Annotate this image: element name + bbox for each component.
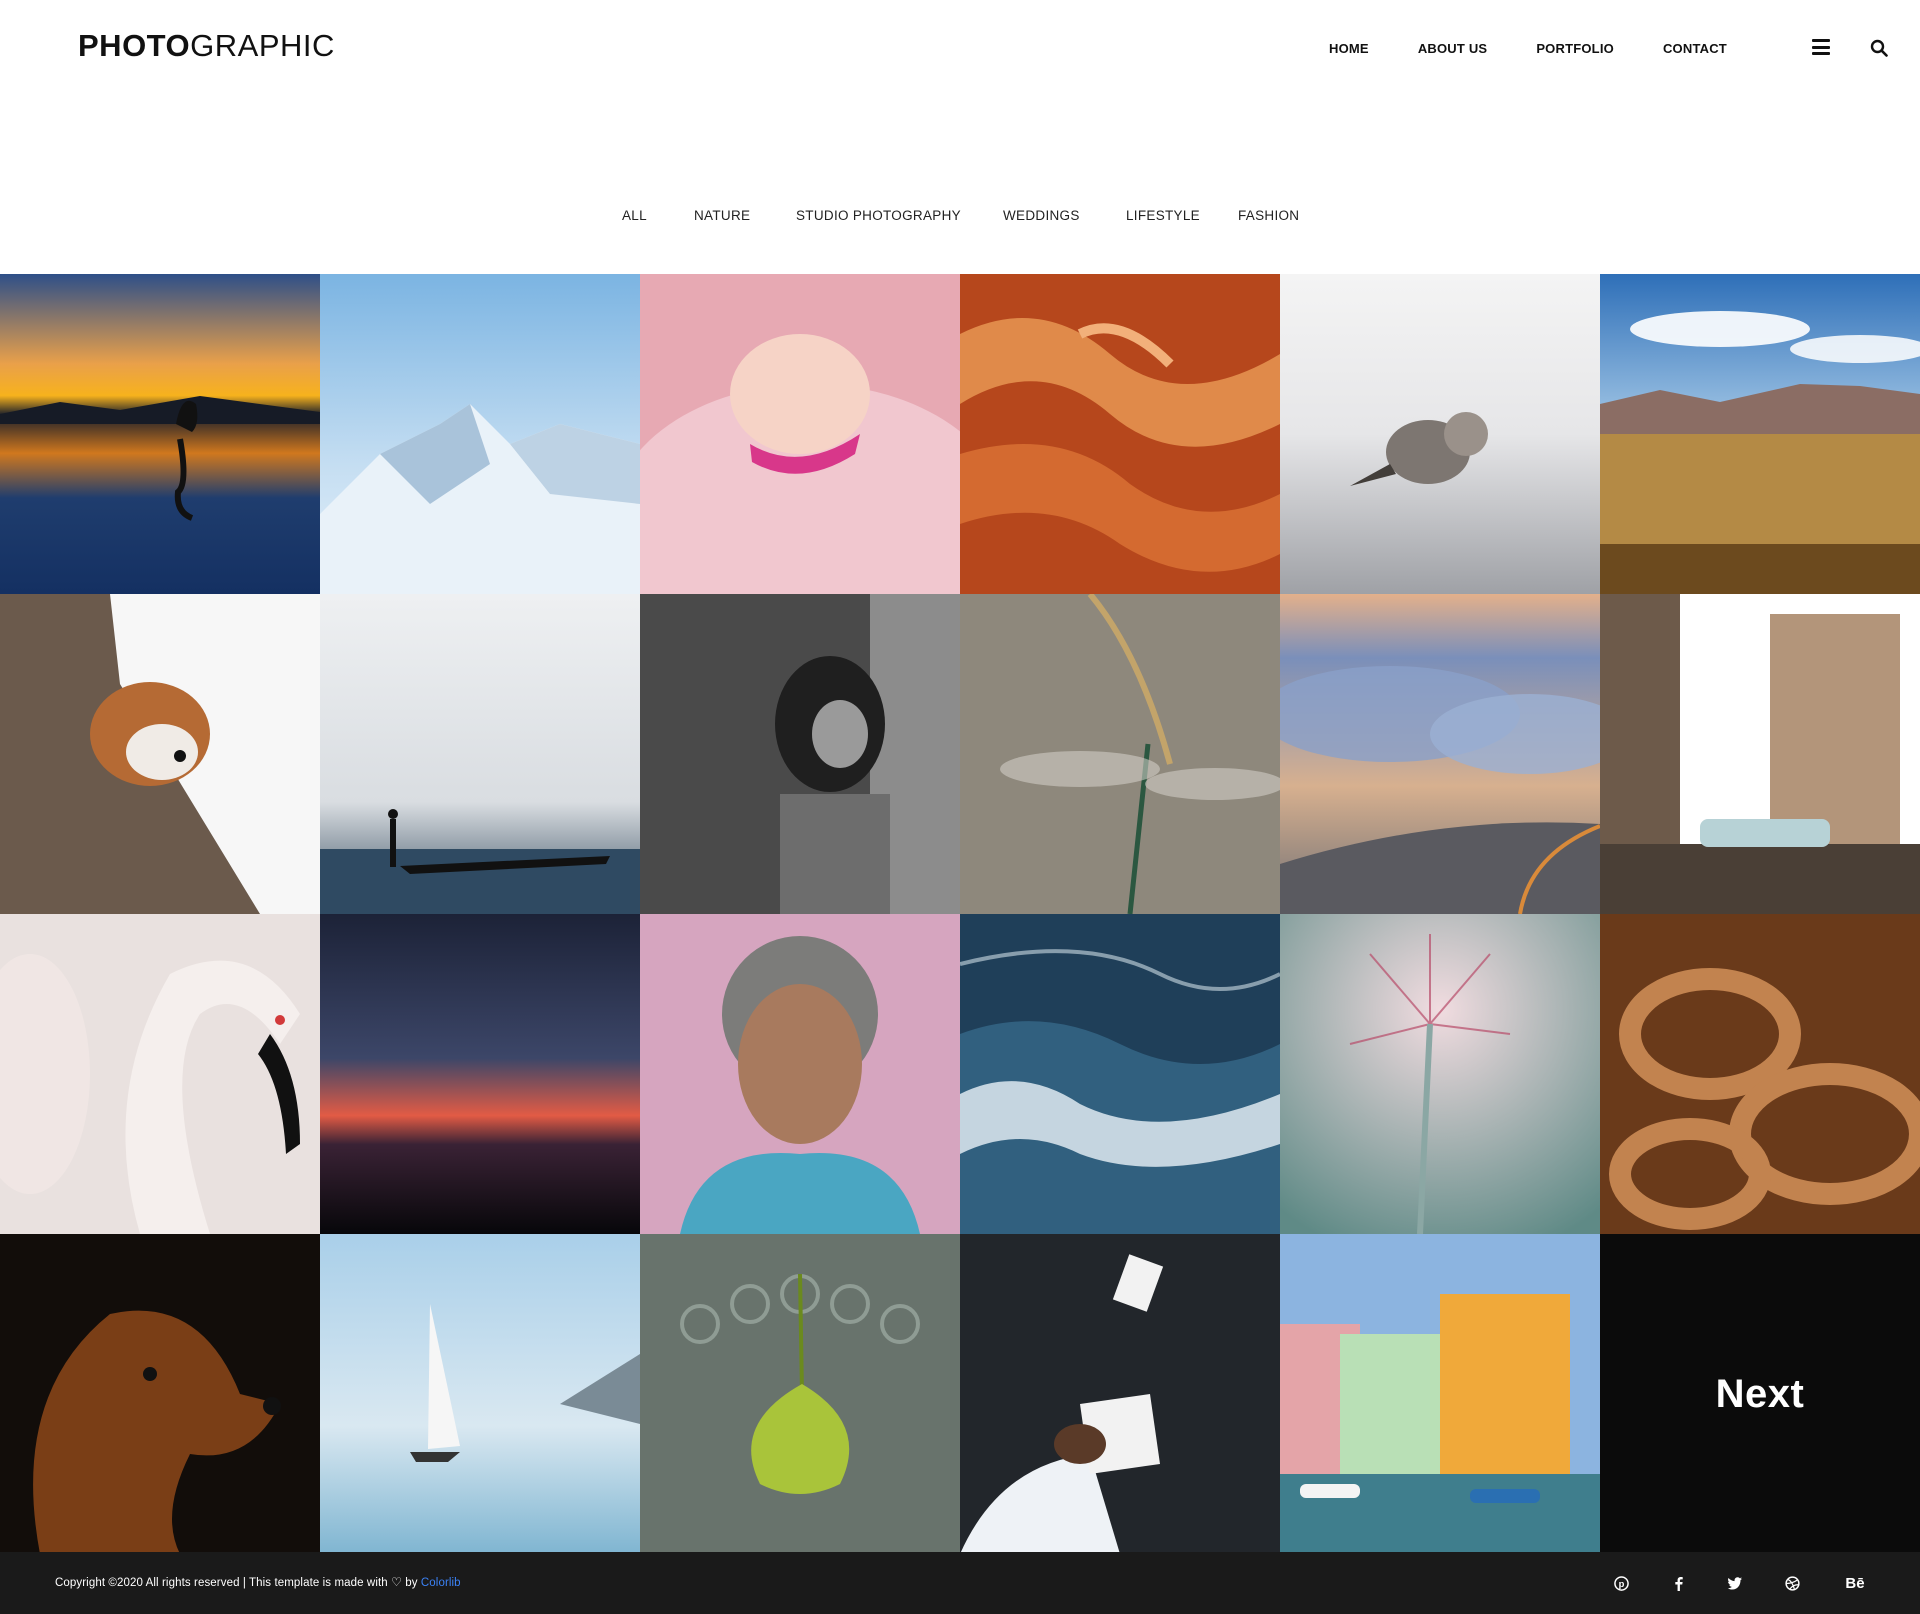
gallery-photo-snowy-mountains[interactable] bbox=[320, 274, 640, 594]
gallery-photo-fisherman-boat[interactable] bbox=[320, 594, 640, 914]
gallery-photo-dandelion-macro[interactable] bbox=[1280, 914, 1600, 1234]
next-page-button[interactable]: Next bbox=[1600, 1234, 1920, 1554]
filter-fashion[interactable]: FASHION bbox=[1238, 207, 1299, 225]
dribbble-icon[interactable] bbox=[1781, 1572, 1803, 1594]
gallery-photo-dog-portrait[interactable] bbox=[0, 1234, 320, 1554]
gallery-photo-sunset-yoga[interactable] bbox=[0, 274, 320, 594]
pinterest-icon[interactable]: p bbox=[1610, 1572, 1632, 1594]
nav-contact[interactable]: CONTACT bbox=[1663, 40, 1727, 58]
nav-about-us[interactable]: ABOUT US bbox=[1418, 40, 1488, 58]
hamburger-menu-icon[interactable] bbox=[1812, 39, 1830, 55]
filter-weddings[interactable]: WEDDINGS bbox=[1003, 207, 1080, 225]
gallery-photo-desert-mountains[interactable] bbox=[1600, 274, 1920, 594]
site-header: PHOTOGRAPHIC HOME ABOUT US PORTFOLIO CON… bbox=[0, 0, 1920, 100]
gallery-photo-girl-portrait-bw[interactable] bbox=[640, 594, 960, 914]
next-label: Next bbox=[1715, 1371, 1805, 1416]
nav-portfolio[interactable]: PORTFOLIO bbox=[1536, 40, 1614, 58]
copyright-pre: Copyright ©2020 All rights reserved | Th… bbox=[55, 1577, 388, 1589]
gallery-photo-pink-flamingo-feathers[interactable] bbox=[640, 274, 960, 594]
gallery-photo-elderly-woman[interactable] bbox=[640, 914, 960, 1234]
filter-nature[interactable]: NATURE bbox=[694, 207, 750, 225]
gallery-photo-ginkgo-leaf-buddha[interactable] bbox=[640, 1234, 960, 1554]
portfolio-filters: ALL NATURE STUDIO PHOTOGRAPHY WEDDINGS L… bbox=[0, 207, 1920, 227]
gallery-photo-dragonfly[interactable] bbox=[960, 594, 1280, 914]
heart-icon: ♡ bbox=[391, 1575, 402, 1589]
logo-bold-text: PHOTO bbox=[78, 28, 191, 63]
twitter-icon[interactable] bbox=[1724, 1572, 1746, 1594]
photo-gallery: Next bbox=[0, 274, 1920, 1554]
gallery-photo-small-bird[interactable] bbox=[1280, 274, 1600, 594]
logo-light-text: GRAPHIC bbox=[190, 28, 335, 63]
site-footer: Copyright ©2020 All rights reserved | Th… bbox=[0, 1552, 1920, 1614]
gallery-photo-clouds-road[interactable] bbox=[1280, 594, 1600, 914]
copyright-text: Copyright ©2020 All rights reserved | Th… bbox=[55, 1575, 461, 1589]
gallery-photo-ocean-waves[interactable] bbox=[960, 914, 1280, 1234]
gallery-photo-sailboat[interactable] bbox=[320, 1234, 640, 1554]
gallery-photo-colorful-houses[interactable] bbox=[1280, 1234, 1600, 1554]
main-nav: HOME ABOUT US PORTFOLIO CONTACT bbox=[1329, 40, 1727, 58]
gallery-photo-vintage-street[interactable] bbox=[1600, 594, 1920, 914]
filter-lifestyle[interactable]: LIFESTYLE bbox=[1126, 207, 1200, 225]
gallery-photo-flamingo[interactable] bbox=[0, 914, 320, 1234]
filter-all[interactable]: ALL bbox=[622, 207, 647, 225]
gallery-photo-canyon-waves[interactable] bbox=[960, 274, 1280, 594]
colorlib-link[interactable]: Colorlib bbox=[421, 1577, 461, 1589]
facebook-icon[interactable] bbox=[1667, 1572, 1689, 1594]
gallery-photo-playing-cards[interactable] bbox=[960, 1234, 1280, 1554]
site-logo[interactable]: PHOTOGRAPHIC bbox=[78, 26, 335, 66]
social-links: p Bē bbox=[1610, 1572, 1890, 1594]
gallery-photo-red-panda[interactable] bbox=[0, 594, 320, 914]
gallery-photo-starry-sunset[interactable] bbox=[320, 914, 640, 1234]
search-icon[interactable] bbox=[1870, 39, 1888, 57]
gallery-photo-coiled-rope[interactable] bbox=[1600, 914, 1920, 1234]
filter-studio-photography[interactable]: STUDIO PHOTOGRAPHY bbox=[796, 207, 961, 225]
svg-text:p: p bbox=[1618, 1578, 1624, 1588]
copyright-by: by bbox=[405, 1577, 418, 1589]
nav-home[interactable]: HOME bbox=[1329, 40, 1369, 58]
behance-icon[interactable]: Bē bbox=[1838, 1572, 1872, 1594]
